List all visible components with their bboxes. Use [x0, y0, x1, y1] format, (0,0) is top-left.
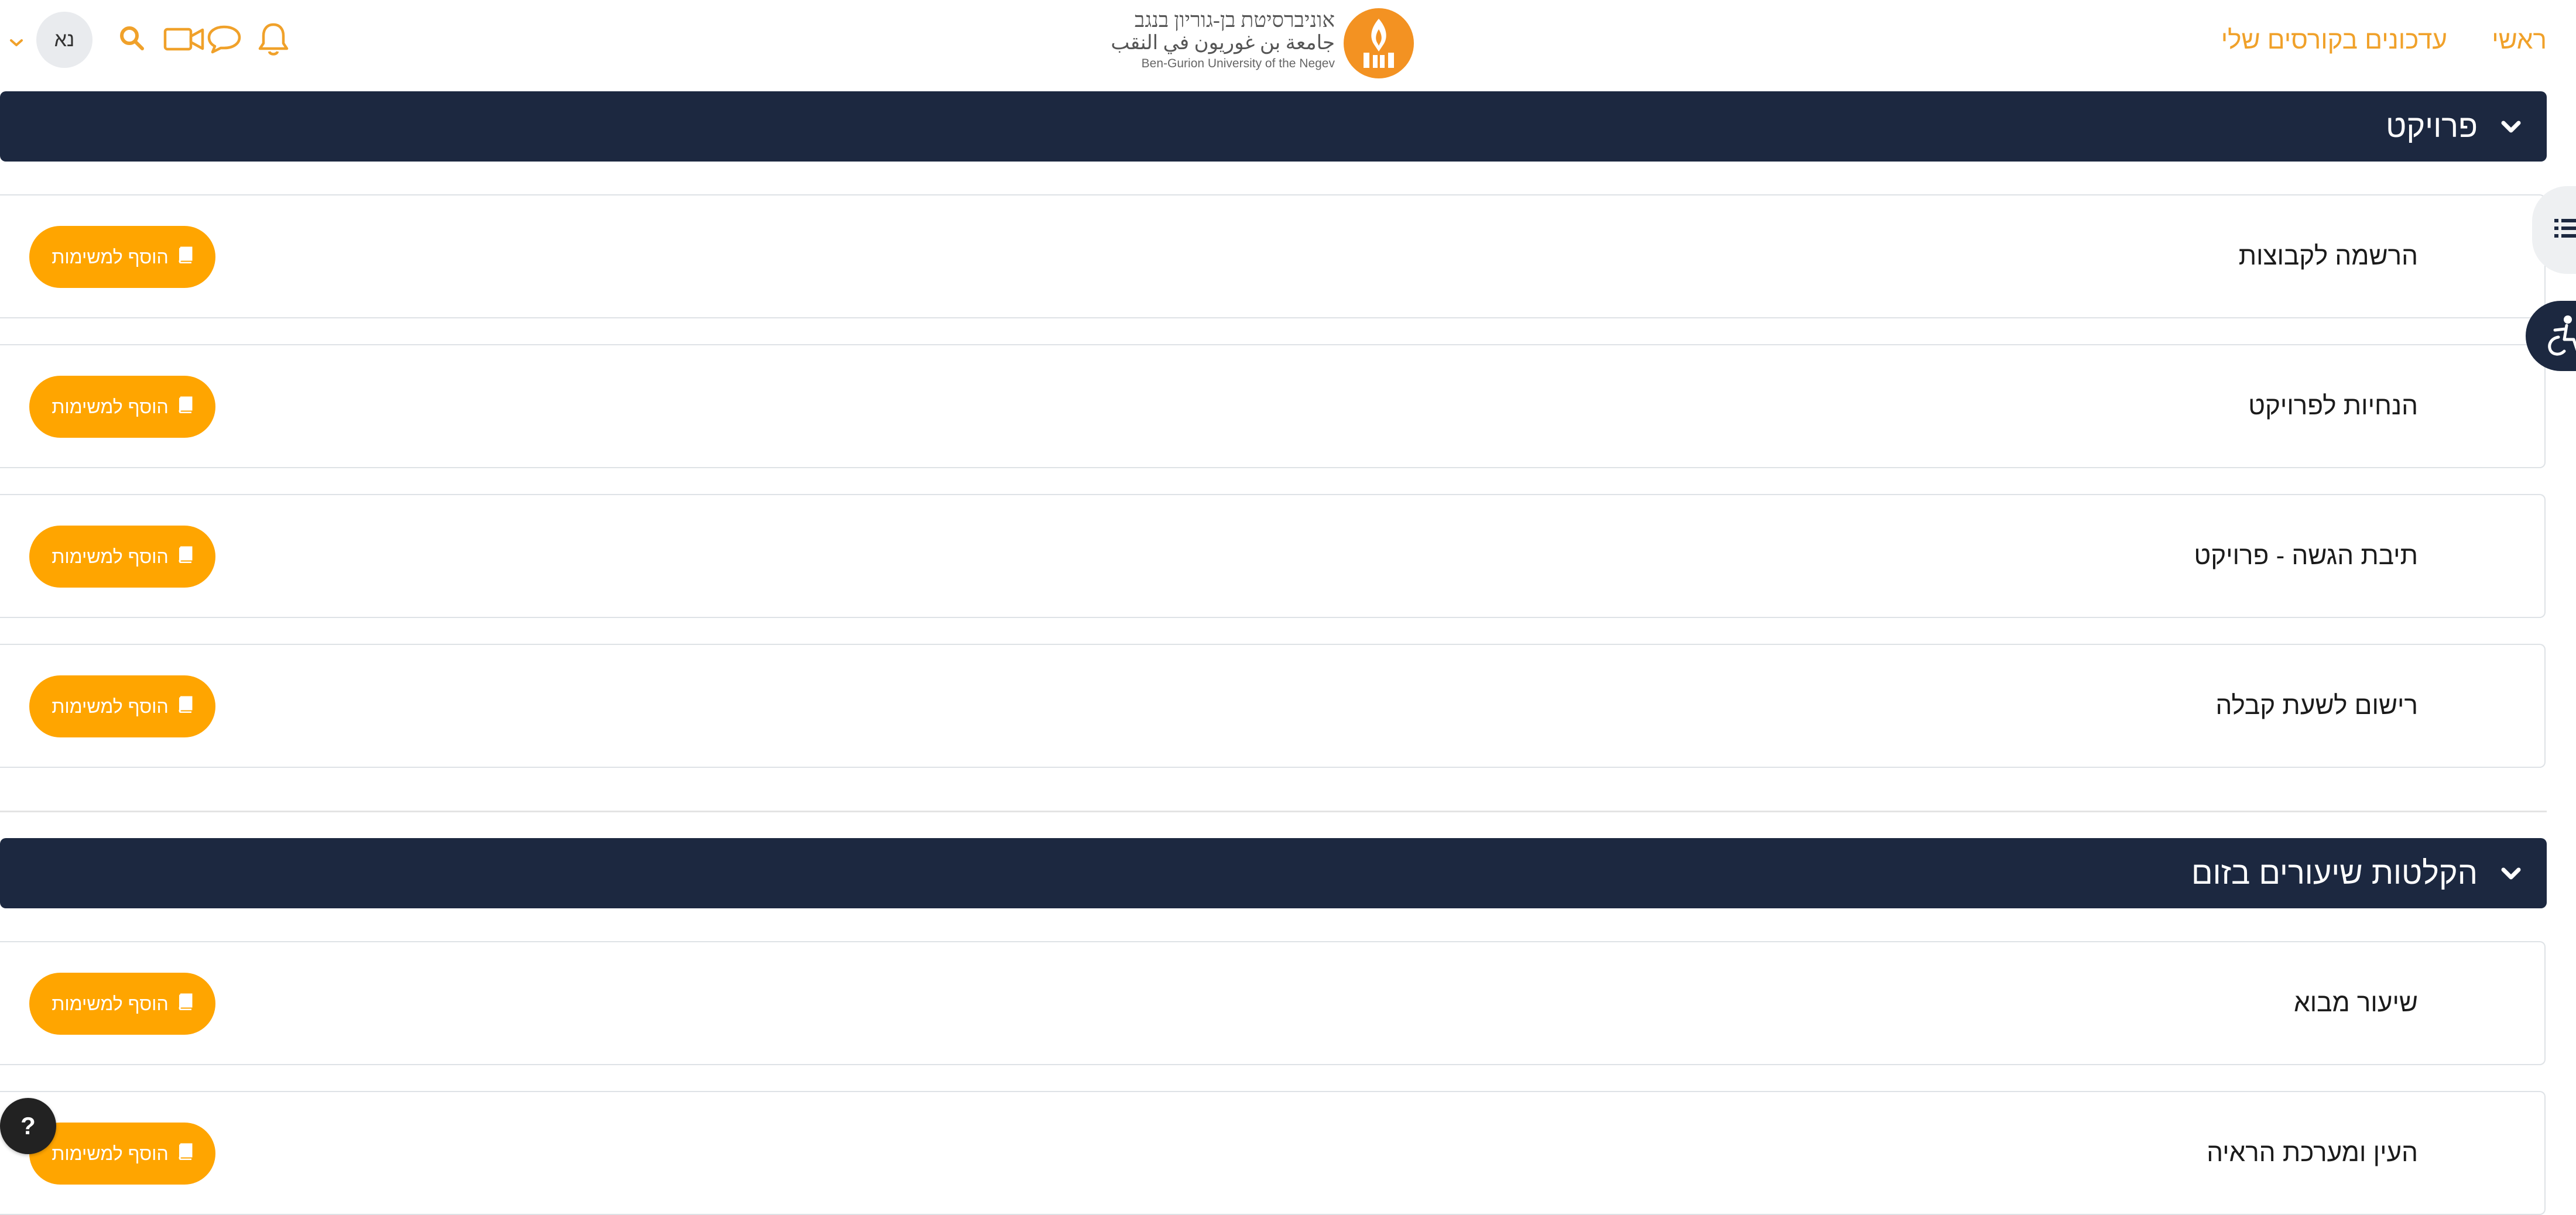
section-header-project[interactable]: פרויקט: [0, 91, 2547, 162]
bell-icon[interactable]: [256, 21, 290, 60]
activity-card: שיעור מבוא הוסף למשימות: [0, 941, 2546, 1065]
add-to-tasks-button[interactable]: הוסף למשימות: [29, 376, 215, 438]
add-to-tasks-label: הוסף למשימות: [52, 695, 169, 717]
add-to-tasks-button[interactable]: הוסף למשימות: [29, 1123, 215, 1185]
book-icon: [177, 1142, 193, 1165]
book-icon: [177, 545, 193, 568]
activity-card: הרשמה לקבוצות הוסף למשימות: [0, 194, 2546, 318]
book-icon: [177, 396, 193, 418]
add-to-tasks-label: הוסף למשימות: [52, 545, 169, 567]
help-button[interactable]: ?: [0, 1098, 56, 1154]
section-title: פרויקט: [2386, 109, 2478, 144]
activity-title[interactable]: הנחיות לפרויקט: [2248, 345, 2418, 467]
chat-icon[interactable]: [206, 23, 242, 58]
top-navbar: ראשי עדכונים בקורסים שלי אוניברסיטת בן-ג…: [0, 0, 2576, 88]
logo-hebrew: אוניברסיטת בן-גוריון בנגב: [1134, 8, 1335, 32]
nav-course-updates-link[interactable]: עדכונים בקורסים שלי: [2221, 26, 2447, 55]
activity-card: הנחיות לפרויקט הוסף למשימות: [0, 344, 2546, 468]
activity-card: תיבת הגשה - פרויקט הוסף למשימות: [0, 494, 2546, 618]
section-title: הקלטות שיעורים בזום: [2191, 856, 2478, 891]
activity-card: העין ומערכת הראיה הוסף למשימות: [0, 1091, 2546, 1215]
add-to-tasks-button[interactable]: הוסף למשימות: [29, 226, 215, 288]
logo-english: Ben-Gurion University of the Negev: [1141, 57, 1335, 70]
university-logo[interactable]: אוניברסיטת בן-גוריון בנגב جامعة بن غوريو…: [1111, 5, 1414, 81]
user-avatar[interactable]: נא: [36, 12, 93, 68]
add-to-tasks-label: הוסף למשימות: [52, 246, 169, 267]
nav-home-link[interactable]: ראשי: [2492, 26, 2547, 55]
activity-card: רישום לשעת קבלה הוסף למשימות: [0, 644, 2546, 768]
add-to-tasks-label: הוסף למשימות: [52, 1142, 169, 1164]
activity-title[interactable]: העין ומערכת הראיה: [2207, 1092, 2418, 1214]
book-icon: [177, 246, 193, 268]
add-to-tasks-label: הוסף למשימות: [52, 993, 169, 1014]
add-to-tasks-label: הוסף למשימות: [52, 396, 169, 417]
logo-text: אוניברסיטת בן-גוריון בנגב جامعة بن غوريو…: [1111, 8, 1335, 73]
logo-emblem-icon: [1344, 8, 1414, 78]
user-menu-chevron-down-icon[interactable]: [8, 37, 25, 51]
book-icon: [177, 695, 193, 718]
chevron-down-icon[interactable]: [2499, 115, 2523, 142]
activity-title[interactable]: הרשמה לקבוצות: [2239, 195, 2418, 317]
section-header-zoom-recordings[interactable]: הקלטות שיעורים בזום: [0, 838, 2547, 908]
chevron-down-icon[interactable]: [2499, 862, 2523, 889]
activity-title[interactable]: שיעור מבוא: [2294, 942, 2418, 1064]
add-to-tasks-button[interactable]: הוסף למשימות: [29, 973, 215, 1035]
logo-arabic: جامعة بن غوريون في النقب: [1111, 32, 1335, 54]
section-divider: [0, 811, 2547, 812]
activity-title[interactable]: רישום לשעת קבלה: [2216, 645, 2419, 767]
add-to-tasks-button[interactable]: הוסף למשימות: [29, 526, 215, 588]
activity-title[interactable]: תיבת הגשה - פרויקט: [2194, 495, 2419, 617]
book-icon: [177, 993, 193, 1015]
video-icon[interactable]: [163, 26, 205, 56]
add-to-tasks-button[interactable]: הוסף למשימות: [29, 675, 215, 737]
search-icon[interactable]: [118, 25, 145, 54]
